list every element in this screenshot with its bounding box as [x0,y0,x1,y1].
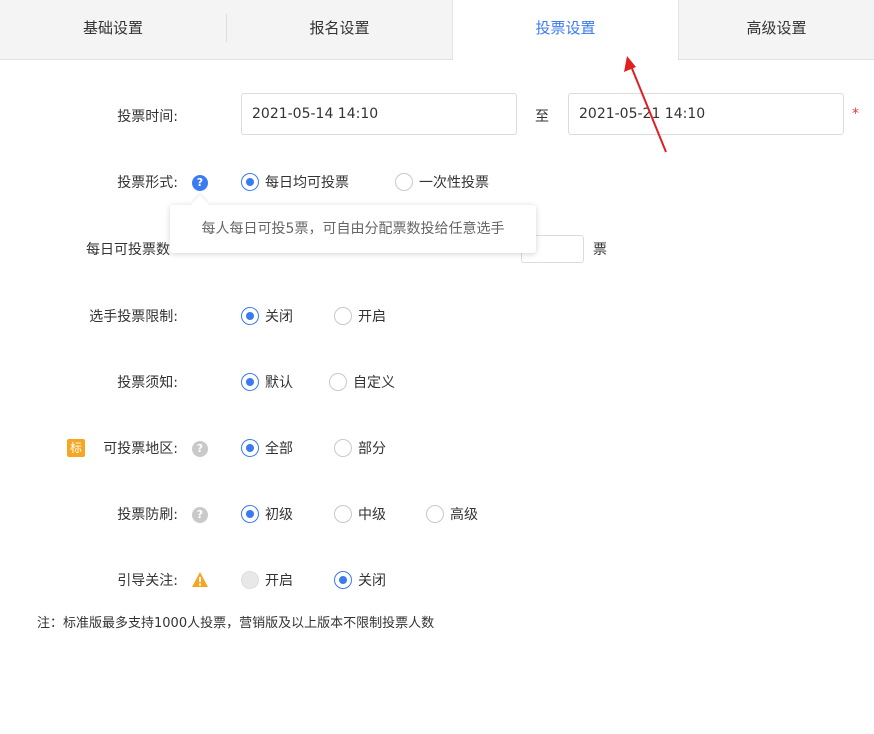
radio-dot [241,439,259,457]
tab-advanced-settings[interactable]: 高级设置 [679,0,874,59]
radio-dot [241,571,259,589]
warning-icon [192,572,208,587]
radio-daily-vote[interactable]: 每日均可投票 [241,172,349,192]
footnote: 注：标准版最多支持1000人投票，营销版及以上版本不限制投票人数 [37,616,435,631]
tab-bar: 基础设置 报名设置 投票设置 高级设置 [0,0,874,60]
radio-contestant-limit-on[interactable]: 开启 [334,306,386,326]
radio-region-all[interactable]: 全部 [241,438,293,458]
vote-notice-label: 投票须知: [117,375,178,391]
vote-form-label: 投票形式: [117,175,178,191]
radio-label: 关闭 [265,309,293,325]
radio-label: 默认 [265,375,293,391]
tab-basic-settings[interactable]: 基础设置 [0,0,226,59]
radio-dot [395,173,413,191]
anti-fraud-label: 投票防刷: [117,507,178,523]
radio-dot [334,307,352,325]
radio-dot [334,439,352,457]
daily-votes-label: 每日可投票数 [86,242,170,258]
radio-label: 初级 [265,507,293,523]
tab-signup-settings[interactable]: 报名设置 [227,0,452,59]
radio-dot [334,505,352,523]
radio-dot [334,571,352,589]
radio-dot [241,505,259,523]
radio-fraud-advanced[interactable]: 高级 [426,504,478,524]
radio-region-partial[interactable]: 部分 [334,438,386,458]
region-label: 可投票地区: [103,441,178,457]
radio-notice-default[interactable]: 默认 [241,372,293,392]
guide-follow-label: 引导关注: [117,573,178,589]
radio-label: 一次性投票 [419,175,489,191]
contestant-limit-label: 选手投票限制: [89,309,178,325]
help-icon[interactable]: ? [192,441,208,457]
help-icon[interactable]: ? [192,175,208,191]
radio-dot [241,373,259,391]
radio-label: 开启 [358,309,386,325]
vote-time-label: 投票时间: [117,109,178,125]
vote-start-time-input[interactable]: 2021-05-14 14:10 [241,93,517,135]
to-label: 至 [535,109,549,125]
radio-label: 关闭 [358,573,386,589]
radio-dot [241,307,259,325]
radio-notice-custom[interactable]: 自定义 [329,372,395,392]
radio-label: 自定义 [353,375,395,391]
radio-label: 部分 [358,441,386,457]
radio-label: 中级 [358,507,386,523]
tab-vote-settings[interactable]: 投票设置 [452,0,679,60]
required-mark: * [852,106,859,122]
radio-dot [426,505,444,523]
vote-form-tooltip: 每人每日可投5票，可自由分配票数投给任意选手 [170,205,536,253]
radio-fraud-basic[interactable]: 初级 [241,504,293,524]
radio-dot [241,173,259,191]
radio-dot [329,373,347,391]
radio-contestant-limit-off[interactable]: 关闭 [241,306,293,326]
radio-label: 全部 [265,441,293,457]
radio-follow-on[interactable]: 开启 [241,570,293,590]
radio-label: 开启 [265,573,293,589]
radio-fraud-medium[interactable]: 中级 [334,504,386,524]
radio-follow-off[interactable]: 关闭 [334,570,386,590]
standard-badge-icon: 标 [67,439,85,457]
daily-votes-unit: 票 [593,242,607,258]
help-icon[interactable]: ? [192,507,208,523]
vote-end-time-input[interactable]: 2021-05-21 14:10 [568,93,844,135]
radio-label: 高级 [450,507,478,523]
radio-one-time-vote[interactable]: 一次性投票 [395,172,489,192]
radio-label: 每日均可投票 [265,175,349,191]
